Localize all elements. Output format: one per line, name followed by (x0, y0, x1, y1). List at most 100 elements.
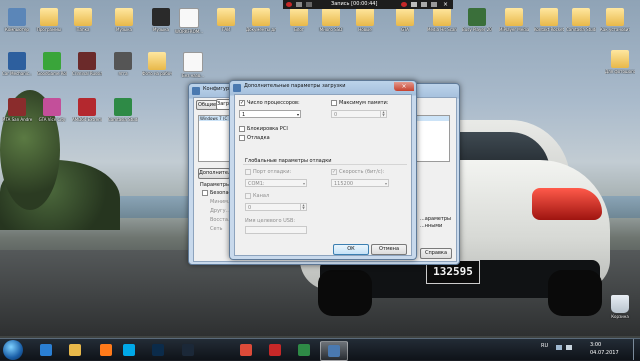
pci-lock-checkbox[interactable] (239, 126, 245, 132)
desktop-icon-folder[interactable]: Блог (284, 8, 314, 32)
app-icon (78, 98, 96, 116)
taskbar-button[interactable] (145, 341, 171, 359)
desktop-icon-folder[interactable]: Camtasia Studio 8 (566, 8, 596, 32)
show-desktop-button[interactable] (633, 339, 640, 360)
safe-option-network[interactable]: Сеть (210, 226, 222, 232)
taskbar-button[interactable] (62, 341, 88, 359)
num-processors-checkbox[interactable]: ✓ (239, 100, 245, 106)
language-indicator[interactable]: RU (541, 343, 548, 349)
clock-time[interactable]: 3:00 (590, 342, 601, 348)
desktop-icon-folder[interactable]: Музыка (109, 8, 139, 32)
desktop-icon-folder[interactable]: Фото на рабочий (142, 52, 172, 76)
taskbar-button[interactable] (175, 341, 201, 359)
debug-checkbox[interactable] (239, 135, 245, 141)
taskbar-button[interactable] (320, 341, 348, 361)
desktop-icon-app[interactable]: ягга (108, 52, 138, 76)
folder-icon (115, 8, 133, 26)
desktop-icon-label: GoodGame RolePlay (37, 71, 67, 76)
taskbar-button[interactable] (33, 341, 59, 359)
clock-date[interactable]: 04.07.2017 (590, 350, 619, 356)
desktop-icon-app[interactable]: Camtasia Studio 8 (108, 98, 138, 122)
channel-checkbox[interactable] (245, 193, 251, 199)
desktop-icon-doc[interactable]: Без назв... (178, 52, 208, 78)
spinner-icon[interactable]: ▲ ▼ (300, 204, 306, 210)
desktop-icon-folder[interactable]: GTA (390, 8, 420, 32)
max-memory-checkbox[interactable] (331, 100, 337, 106)
mic-icon[interactable] (421, 2, 427, 7)
stop-icon[interactable] (306, 2, 312, 7)
tab-general[interactable]: Общие (196, 100, 218, 110)
settings-icon[interactable] (431, 2, 437, 7)
desktop-icon-folder[interactable]: Программы (34, 8, 64, 32)
desktop-icon-app[interactable]: Busy Player 2017 (462, 8, 492, 32)
record-icon[interactable] (286, 2, 292, 7)
desktop-icon-app[interactable]: MTA San Andreas 1.5 (2, 98, 32, 122)
channel-field[interactable]: 0 ▲ ▼ (245, 203, 307, 211)
spinner-icon[interactable]: ▲ ▼ (380, 111, 386, 117)
desktop-icon-app[interactable]: Criminal Russia RP (72, 52, 102, 76)
desktop-icon-app[interactable]: Car Mechanic... (2, 52, 32, 76)
volume-icon[interactable] (566, 345, 572, 350)
app-icon (468, 8, 486, 26)
pause-icon[interactable] (296, 2, 302, 7)
boot-os-item[interactable]: Windows 7 (C (199, 116, 231, 121)
safe-boot-checkbox[interactable] (202, 190, 208, 196)
desktop-icon-app[interactable]: Музыка (146, 8, 176, 32)
start-button[interactable] (3, 340, 23, 360)
app-icon (43, 98, 61, 116)
baud-rate-checkbox[interactable]: ✓ (331, 169, 337, 175)
max-memory-value: 0 (334, 112, 338, 118)
max-memory-field[interactable]: 0 ▲ ▼ (331, 110, 387, 118)
cancel-button[interactable]: Отмена (371, 244, 407, 255)
desktop-icon-label: GTA (401, 27, 409, 32)
help-button[interactable]: Справка (420, 248, 452, 259)
desktop-icon-folder[interactable]: Документы для фотошопа (246, 8, 276, 32)
desktop-icon-app[interactable]: GoodGame RolePlay (37, 52, 67, 76)
steam-icon (182, 344, 194, 356)
desktop-icon-app[interactable]: AMD64 Extreme (72, 98, 102, 122)
desktop-icon-app[interactable]: GTA Vice City (37, 98, 67, 122)
taskbar-button[interactable] (116, 341, 142, 359)
taskbar-button[interactable] (233, 341, 259, 359)
app-icon (8, 52, 26, 70)
safe-option-alternate[interactable]: Другу... (210, 208, 230, 214)
taskbar-button[interactable] (262, 341, 288, 359)
close-icon[interactable]: × (443, 2, 449, 8)
desktop-icon-label: Компьютер (5, 27, 29, 32)
ok-button[interactable]: ОК (333, 244, 369, 255)
desktop-icon-folder[interactable]: Как установить... (600, 8, 630, 32)
dialog-title: Дополнительные параметры загрузки (244, 83, 346, 89)
chrome-icon (240, 344, 252, 356)
folder-icon (606, 8, 624, 26)
desktop-icon-folder[interactable]: Папка (68, 8, 98, 32)
desktop-icon-computer[interactable]: Компьютер (2, 8, 32, 32)
network-icon[interactable] (556, 345, 562, 350)
folder-icon (396, 8, 414, 26)
baud-rate-select[interactable]: 115200 ▾ (331, 179, 389, 187)
desktop-icon-folder[interactable]: Много SSD (316, 8, 346, 32)
num-processors-select[interactable]: 1 ▾ (239, 110, 301, 118)
desktop-icon-folder[interactable]: ГАИ (211, 8, 241, 32)
folder-icon (252, 8, 270, 26)
recycle-bin[interactable]: Корзина (605, 295, 635, 319)
taskbar-button[interactable] (291, 341, 317, 359)
camera-icon[interactable] (411, 2, 417, 7)
boot-os-list[interactable]: Windows 7 (C (198, 115, 232, 162)
desktop-icon-folder[interactable]: Новые (350, 8, 380, 32)
desktop-icon-label: Фото на рабочий (142, 71, 172, 76)
dialog-close-button[interactable]: × (394, 82, 414, 91)
desktop-icon-folder[interactable]: MiPlayer Media (499, 8, 529, 32)
usb-target-field[interactable] (245, 226, 307, 234)
debug-port-select[interactable]: COM1: ▾ (245, 179, 307, 187)
desktop-icon-folder-right[interactable]: Для фотошопа (605, 50, 635, 74)
desktop-icon-folder[interactable]: Kontakt Rocket Arc... (534, 8, 564, 32)
desktop-icon-folder[interactable]: Media Hit ScanShell (427, 8, 457, 32)
app-icon (114, 98, 132, 116)
divider (243, 164, 407, 165)
advanced-options-button[interactable]: Дополнительн... (198, 168, 242, 179)
record-dot-icon[interactable] (401, 2, 407, 7)
explorer-icon (69, 344, 81, 356)
skype-icon (123, 344, 135, 356)
debug-port-checkbox[interactable] (245, 169, 251, 175)
desktop-icon-doc[interactable]: WORKFROM... (174, 8, 204, 34)
